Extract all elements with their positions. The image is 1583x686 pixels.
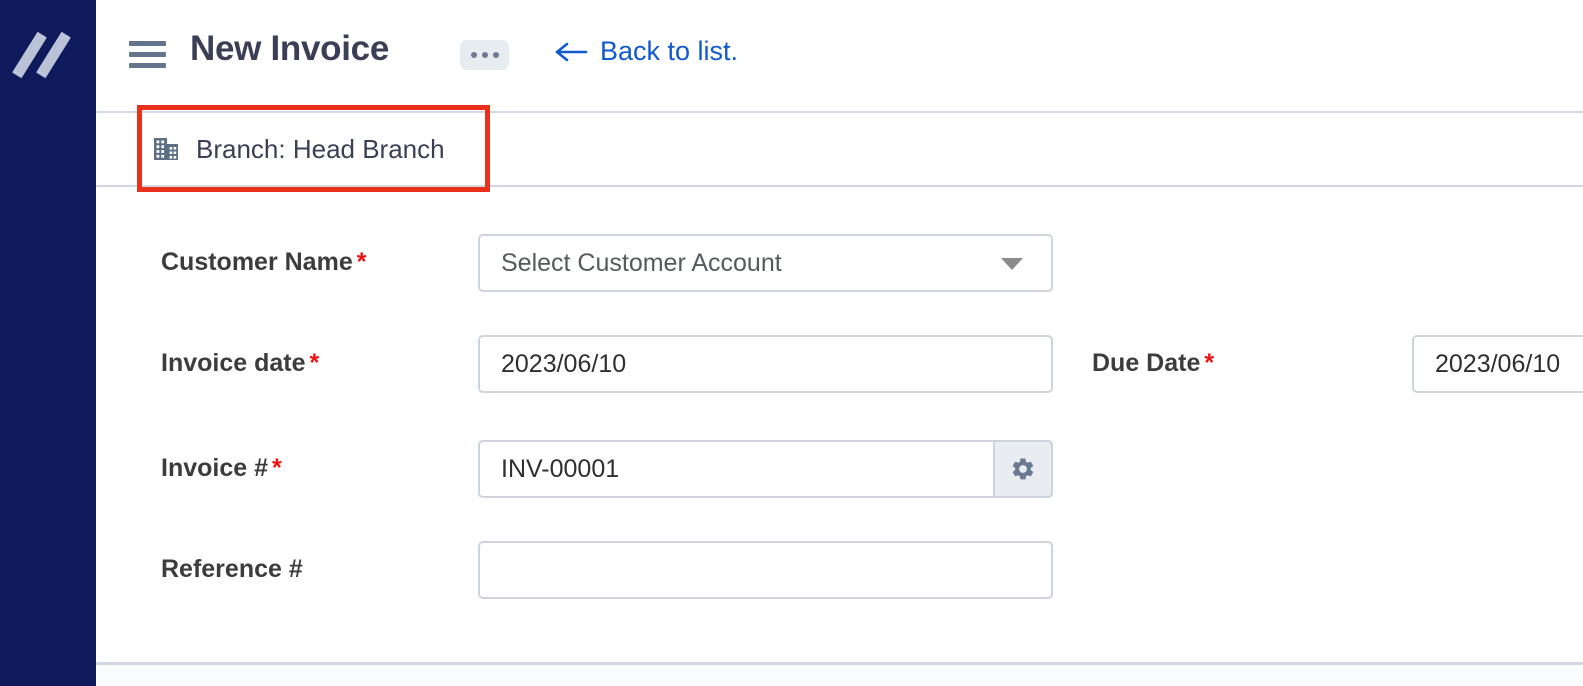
invoice-number-label: Invoice # * [161, 454, 282, 482]
invoice-form: Customer Name * Select Customer Account I… [96, 189, 1583, 662]
ellipsis-dot-1 [470, 52, 477, 58]
back-to-list-label: Back to list. [600, 36, 739, 66]
form-row-invoice-number: Invoice # * INV-00001 [96, 440, 1583, 540]
invoice-number-value: INV-00001 [501, 454, 620, 483]
due-date-label: Due Date * [1092, 349, 1215, 377]
form-row-dates: Invoice date * 2023/06/10 Due Date * 2023/… [96, 335, 1583, 435]
required-asterisk: * [309, 349, 320, 377]
invoice-date-label: Invoice date * [161, 349, 320, 377]
chevron-down-icon [1001, 258, 1023, 270]
hamburger-menu-icon[interactable] [129, 41, 166, 68]
more-options-button[interactable] [460, 40, 509, 70]
page-title: New Invoice [190, 29, 389, 68]
page-header: New Invoice Back to list. [96, 0, 1583, 105]
required-asterisk: * [272, 454, 282, 482]
due-date-input[interactable]: 2023/06/10 [1412, 335, 1583, 393]
bottom-strip [96, 665, 1583, 686]
hamburger-bar-3 [129, 63, 166, 68]
invoice-form-page: New Invoice Back to list. Branch: Head B… [0, 0, 1583, 686]
gear-icon [1012, 458, 1034, 480]
form-row-customer-name: Customer Name * Select Customer Account [96, 234, 1583, 334]
required-asterisk: * [356, 248, 367, 276]
branch-inner: Branch: Head Branch [152, 134, 445, 165]
building-icon [154, 138, 178, 160]
form-row-reference-number: Reference # [96, 541, 1583, 641]
back-to-list-link[interactable]: Back to list. [554, 36, 738, 67]
due-date-value: 2023/06/10 [1435, 349, 1561, 378]
ellipsis-dot-3 [492, 52, 499, 58]
customer-name-select[interactable]: Select Customer Account [478, 234, 1053, 292]
hamburger-bar-2 [129, 52, 166, 57]
ellipsis-dot-2 [481, 52, 488, 58]
app-logo-icon[interactable] [12, 31, 78, 79]
branch-label: Branch: Head Branch [196, 133, 445, 164]
branch-bar[interactable]: Branch: Head Branch [96, 111, 1583, 187]
main-content: New Invoice Back to list. Branch: Head B… [96, 0, 1583, 686]
invoice-date-value: 2023/06/10 [501, 349, 627, 378]
arrow-left-icon [555, 42, 588, 61]
customer-name-label: Customer Name * [161, 248, 367, 276]
customer-name-placeholder: Select Customer Account [501, 248, 782, 277]
sidebar [0, 0, 96, 686]
hamburger-bar-1 [129, 41, 166, 46]
invoice-number-settings-button[interactable] [993, 440, 1053, 498]
reference-number-input[interactable] [478, 541, 1053, 599]
invoice-date-input[interactable]: 2023/06/10 [478, 335, 1053, 393]
invoice-number-input[interactable]: INV-00001 [478, 440, 1053, 498]
required-asterisk: * [1204, 349, 1215, 377]
reference-number-label: Reference # [161, 555, 303, 583]
